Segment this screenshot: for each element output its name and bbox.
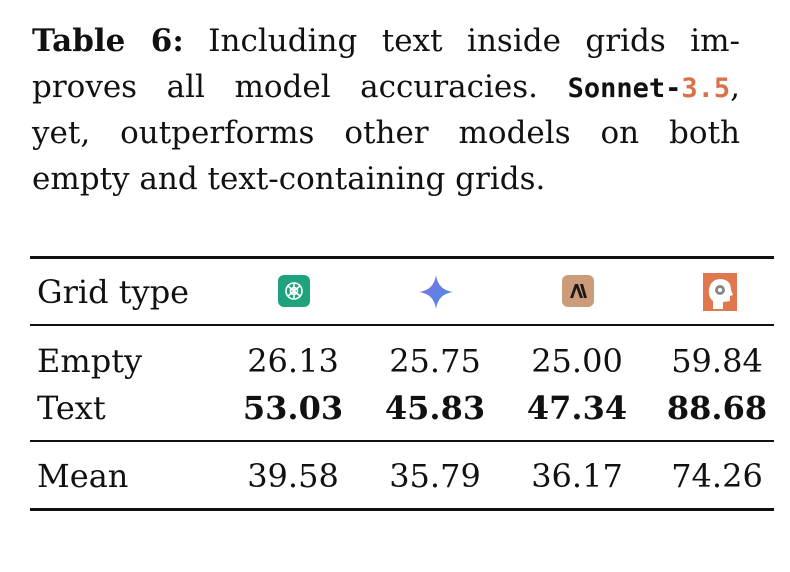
bottom-rule bbox=[30, 508, 774, 511]
cell-value: 26.13 bbox=[247, 342, 339, 380]
cell-value: 88.68 bbox=[666, 389, 768, 427]
cell-value: 36.17 bbox=[531, 457, 623, 495]
openai-icon bbox=[278, 275, 310, 307]
caption-text: Including text inside grids im- bbox=[183, 23, 741, 59]
cell-value: 59.84 bbox=[671, 342, 763, 380]
caption-text: , bbox=[730, 69, 740, 105]
cell-value: 25.00 bbox=[531, 342, 623, 380]
gemini-icon bbox=[419, 275, 453, 309]
cell-value: 47.34 bbox=[526, 389, 628, 427]
row-label-empty: Empty bbox=[37, 342, 143, 380]
cell-value: 35.79 bbox=[389, 457, 481, 495]
row-label-text: Text bbox=[37, 389, 106, 427]
top-rule bbox=[30, 256, 774, 259]
caption-text: proves all model accuracies. bbox=[32, 69, 568, 105]
caption-text: yet, outperforms other models on both bbox=[32, 115, 740, 151]
header-grid-type: Grid type bbox=[37, 273, 190, 311]
anthropic-icon bbox=[562, 275, 594, 307]
caption-label: Table 6: bbox=[32, 23, 184, 59]
cell-value: 39.58 bbox=[247, 457, 339, 495]
caption-text: empty and text-containing grids. bbox=[32, 161, 546, 197]
row-label-mean: Mean bbox=[37, 457, 129, 495]
cell-value: 25.75 bbox=[389, 342, 481, 380]
model-name: Sonnet-3.5 bbox=[567, 73, 731, 104]
mid-rule bbox=[30, 440, 774, 442]
header-rule bbox=[30, 324, 774, 326]
cell-value: 74.26 bbox=[671, 457, 763, 495]
cell-value: 45.83 bbox=[384, 389, 486, 427]
cell-value: 53.03 bbox=[242, 389, 344, 427]
human-head-icon bbox=[703, 273, 737, 311]
table-caption: Table 6: Including text inside grids im-… bbox=[32, 18, 740, 202]
